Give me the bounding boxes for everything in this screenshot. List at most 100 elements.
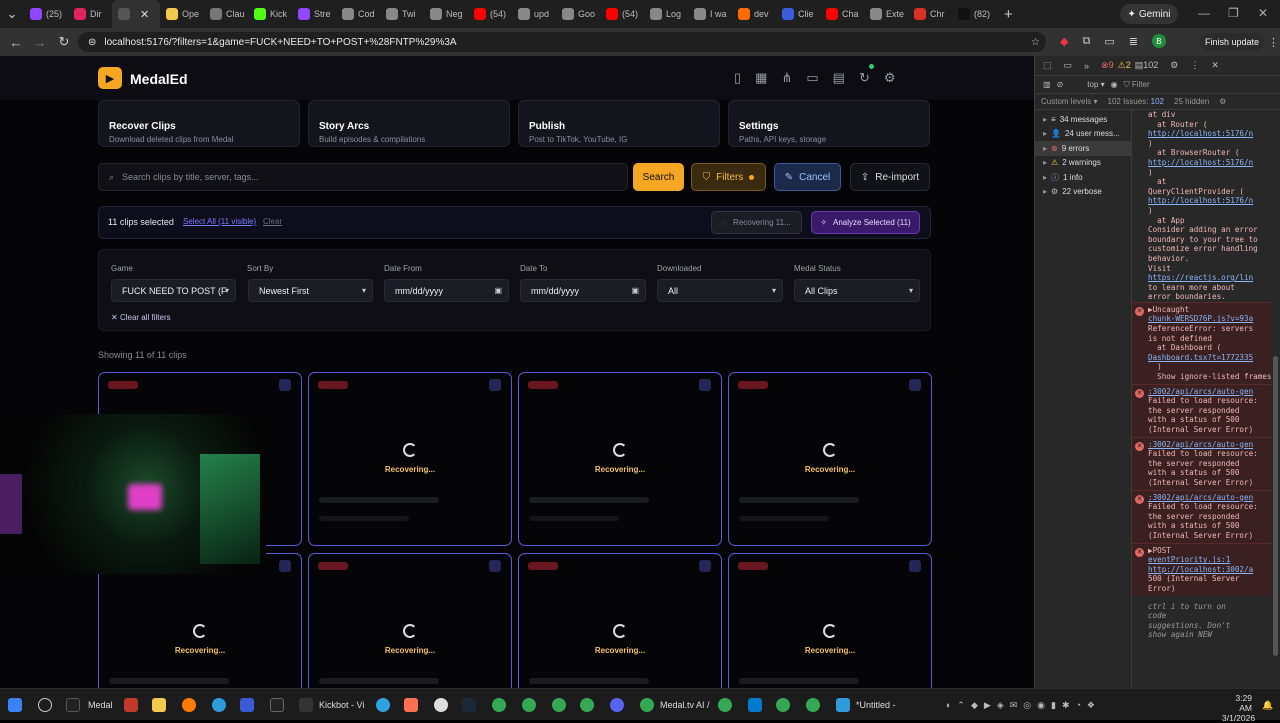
browser-tab[interactable]: ✕ [112, 0, 160, 28]
minimize-icon[interactable]: — [1198, 6, 1210, 20]
browser-tab[interactable]: Chr [908, 0, 952, 28]
browser-tab[interactable]: Dir [68, 0, 112, 28]
issues-link[interactable]: 102 Issues: 102 [1108, 97, 1165, 106]
console-sidebar-item[interactable]: ▸ ≡ 34 messages [1035, 112, 1131, 127]
message-count[interactable]: ▤102 [1135, 60, 1159, 71]
select-all-link[interactable]: Select All (11 visible) [183, 217, 256, 226]
card-story-arcs[interactable]: Story Arcs Build episodes & compilations [308, 100, 510, 147]
chrome-icon[interactable] [580, 698, 594, 712]
downloaded-select[interactable]: All ▾ [657, 279, 783, 302]
clip-select-checkbox[interactable] [909, 379, 921, 391]
profile-avatar[interactable]: B [1151, 34, 1166, 48]
search-icon[interactable] [38, 698, 52, 712]
gemini-button[interactable]: ✦ Gemini [1120, 4, 1178, 24]
browser-tab[interactable]: Cod [336, 0, 380, 28]
browser-tab[interactable]: I wa [688, 0, 732, 28]
browser-tab[interactable]: Ope [160, 0, 204, 28]
card-settings[interactable]: Settings Paths, API keys, storage [728, 100, 930, 147]
clip-card[interactable]: Recovering... [728, 372, 932, 546]
tab-close-icon[interactable]: ✕ [140, 8, 149, 21]
chrome-icon[interactable] [522, 698, 536, 712]
app-icon[interactable] [212, 698, 226, 712]
browser-tab[interactable]: dev [732, 0, 776, 28]
warning-count[interactable]: ⚠2 [1118, 60, 1131, 71]
console-sidebar-item[interactable]: ▸ ⚠ 2 warnings [1035, 156, 1131, 171]
browser-tab[interactable]: (54) [600, 0, 644, 28]
site-info-icon[interactable]: ⊜ [88, 37, 96, 48]
error-count[interactable]: ⊗9 [1101, 60, 1114, 71]
console-error-entry[interactable]: ✕ ▶POST eventPriority.js:1 http://localhost… [1132, 542, 1271, 596]
cast-icon[interactable]: ▭ [1104, 35, 1114, 48]
console-sidebar-item[interactable]: ▸ ⓘ 1 info [1035, 170, 1131, 185]
clip-select-checkbox[interactable] [489, 560, 501, 572]
console-sidebar-item[interactable]: ▸ ⚙ 22 verbose [1035, 185, 1131, 200]
browser-tab[interactable]: Neg [424, 0, 468, 28]
start-button[interactable] [8, 698, 22, 712]
clip-card[interactable]: Recovering... [518, 553, 722, 688]
settings-gear-icon[interactable]: ⚙ [884, 70, 896, 86]
console-error-entry[interactable]: ✕ ▶Uncaught chunk-WERSD76P.js?v=93a Referen… [1132, 301, 1271, 384]
cancel-button[interactable]: ✎ Cancel [774, 163, 841, 191]
maximize-icon[interactable]: ❐ [1228, 6, 1239, 20]
browser-tab[interactable]: (25) [24, 0, 68, 28]
filters-button[interactable]: ⛉ Filters [691, 163, 766, 191]
clip-select-checkbox[interactable] [699, 379, 711, 391]
browser-tab[interactable]: Stre [292, 0, 336, 28]
console-filter-input[interactable]: ⛉ Filter [1124, 80, 1150, 90]
analyze-selected-button[interactable]: ✧ Analyze Selected (11) [811, 211, 920, 234]
app-icon[interactable] [240, 698, 254, 712]
sort-select[interactable]: Newest First ▾ [248, 279, 373, 302]
system-tray-icons[interactable]: ◐⌃◆▶◈✉◎◉▮✱◔❖ [946, 700, 1101, 711]
device-icon[interactable]: ▭ [1064, 60, 1073, 71]
reimport-button[interactable]: ⇪ Re-import [850, 163, 930, 191]
clip-select-checkbox[interactable] [699, 560, 711, 572]
game-select[interactable]: FUCK NEED TO POST (F ▾ [111, 279, 236, 302]
devtools-settings-icon[interactable]: ⚙ [1170, 60, 1178, 71]
browser-tab[interactable]: Exte [864, 0, 908, 28]
kickbot-icon[interactable] [299, 698, 313, 712]
eye-icon[interactable]: ◉ [1111, 80, 1118, 89]
browser-tab[interactable]: Clau [204, 0, 248, 28]
console-sidebar-item[interactable]: ▸ ⊗ 9 errors [1035, 141, 1131, 156]
clear-selection-link[interactable]: Clear [263, 217, 282, 226]
new-tab-button[interactable]: + [996, 6, 1021, 23]
calendar-icon[interactable]: ▣ [494, 286, 502, 295]
app-icon[interactable] [434, 698, 448, 712]
console-settings-icon[interactable]: ⚙ [1219, 97, 1226, 106]
chrome-icon[interactable] [492, 698, 506, 712]
browser-tab[interactable]: (82) [952, 0, 996, 28]
browser-tab[interactable]: Kick [248, 0, 292, 28]
clip-select-checkbox[interactable] [489, 379, 501, 391]
kebab-menu-icon[interactable]: ⋮ [1268, 36, 1279, 49]
telegram-icon[interactable] [376, 698, 390, 712]
kickbot-taskbar-label[interactable]: Kickbot - Vi [319, 700, 364, 710]
card-recover-clips[interactable]: Recover Clips Download deleted clips from… [98, 100, 300, 147]
chrome-icon[interactable] [552, 698, 566, 712]
puzzle-icon[interactable]: ⧉ [1082, 35, 1090, 48]
clip-search-input[interactable]: ⌕ Search clips by title, server, tags... [98, 163, 628, 191]
clip-card[interactable]: Recovering... [308, 553, 512, 688]
browser-tab[interactable]: upd [512, 0, 556, 28]
bookmark-star-icon[interactable]: ☆ [1031, 37, 1040, 48]
folder-icon[interactable] [152, 698, 166, 712]
clip-card[interactable]: Recovering... [728, 553, 932, 688]
address-bar[interactable]: ⊜ localhost:5176/?filters=1&game=FUCK+NE… [78, 32, 1046, 52]
clip-card[interactable]: Recovering... [308, 372, 512, 546]
medal-app-icon[interactable] [66, 698, 80, 712]
console-sidebar-icon[interactable]: ▥ [1043, 80, 1051, 89]
reload-icon[interactable]: ↻ [52, 34, 76, 50]
medal-taskbar-label[interactable]: Medal [88, 700, 113, 710]
levels-select[interactable]: Custom levels ▾ [1041, 97, 1098, 106]
calendar-icon[interactable]: ▣ [631, 286, 639, 295]
firefox-icon[interactable] [182, 698, 196, 712]
search-button[interactable]: Search [633, 163, 684, 191]
console-error-entry[interactable]: ✕:3002/api/arcs/auto-gen Failed to load r… [1132, 436, 1271, 490]
discord-icon[interactable] [610, 698, 624, 712]
clip-card[interactable]: Recovering... [518, 372, 722, 546]
forward-icon[interactable]: → [28, 35, 52, 50]
devtools-more-icon[interactable]: ⋮ [1190, 60, 1199, 71]
film-icon[interactable]: ▦ [755, 70, 767, 86]
context-select[interactable]: top ▾ [1087, 80, 1104, 89]
share-icon[interactable]: ⋔ [781, 70, 792, 86]
date-from-input[interactable]: mm/dd/yyyy ▣ [384, 279, 509, 302]
